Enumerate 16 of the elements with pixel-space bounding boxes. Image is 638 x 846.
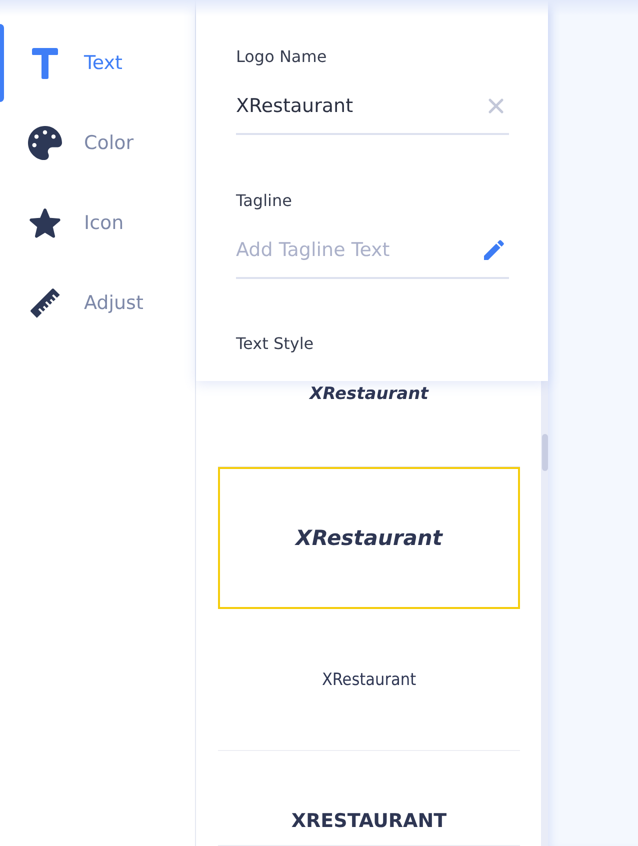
ruler-icon (30, 288, 60, 318)
sidebar-tab[interactable]: Adjust (0, 263, 195, 343)
tagline-label: Tagline (236, 190, 293, 212)
sidebar-tab[interactable]: Text (0, 23, 195, 103)
logo-name-field[interactable]: XRestaurant (236, 84, 509, 135)
text-style-option[interactable]: XRestaurant (218, 467, 520, 609)
text-icon (32, 48, 58, 78)
sidebar-tab[interactable]: Color (0, 103, 195, 183)
pencil-icon[interactable] (484, 240, 504, 260)
sidebar-tab[interactable]: Icon (0, 183, 195, 263)
logo-name-label: Logo Name (236, 46, 328, 68)
scrollbar-thumb[interactable] (542, 434, 548, 471)
close-icon[interactable] (488, 98, 504, 114)
text-style-label: Text Style (236, 333, 315, 355)
star-icon (28, 207, 62, 239)
palette-icon (28, 126, 62, 160)
